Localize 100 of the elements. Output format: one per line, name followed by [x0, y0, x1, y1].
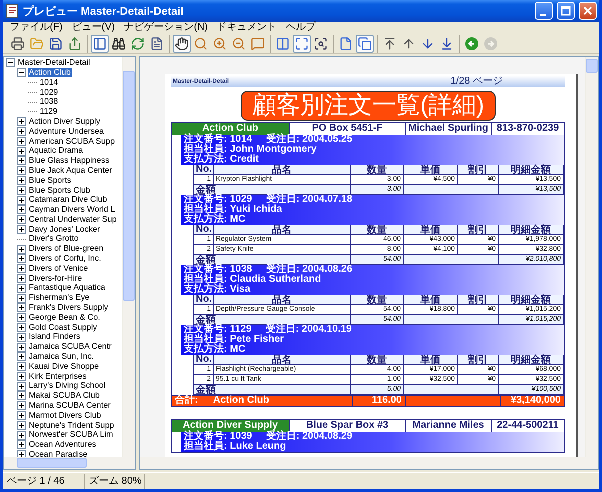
tree-item[interactable]: Frank's Divers Supply [28, 303, 110, 313]
menu-item[interactable]: ビュー(V) [68, 22, 122, 34]
maximize-button[interactable] [557, 2, 575, 20]
toolbar-button[interactable] [91, 34, 109, 52]
tree-item[interactable]: Ocean Paradise [28, 450, 89, 457]
expand-icon[interactable] [17, 196, 26, 205]
tree-item[interactable]: Gold Coast Supply [28, 322, 98, 332]
expand-icon[interactable] [17, 332, 26, 342]
expand-icon[interactable] [17, 284, 26, 293]
tree-item[interactable]: Ocean Adventures [28, 440, 98, 450]
expand-icon[interactable] [17, 342, 26, 352]
expand-icon[interactable] [17, 166, 26, 176]
collapse-icon[interactable] [17, 68, 26, 78]
tree-item[interactable]: Aquatic Drama [28, 146, 84, 156]
expand-icon[interactable] [17, 382, 26, 391]
horizontal-scrollbar[interactable] [140, 457, 598, 469]
tree-item[interactable]: Norwest'er SCUBA Lim [28, 430, 114, 440]
expand-icon[interactable] [17, 126, 26, 136]
table-header-cell: 数量 [351, 225, 404, 235]
tree-item[interactable]: Divers-for-Hire [28, 274, 84, 284]
expand-icon[interactable] [17, 244, 26, 254]
tree-item[interactable]: Davy Jones' Locker [28, 224, 102, 234]
expand-icon[interactable] [17, 401, 26, 410]
menu-item[interactable]: ヘルプ [283, 22, 322, 34]
expand-icon[interactable] [17, 205, 26, 214]
tree-item[interactable]: Fisherman's Eye [28, 293, 91, 303]
expand-icon[interactable] [17, 264, 26, 274]
tree-item[interactable]: Blue Sports Club [28, 186, 92, 195]
collapse-icon[interactable] [6, 58, 15, 68]
expand-icon[interactable] [17, 294, 26, 303]
tree-item[interactable]: Divers of Corfu, Inc. [28, 254, 102, 264]
save-icon [49, 36, 63, 50]
tree-item[interactable]: Kauai Dive Shoppe [28, 362, 100, 372]
expand-icon[interactable] [17, 411, 26, 420]
tree-item[interactable]: American SCUBA Supp [28, 136, 116, 146]
expand-icon[interactable] [17, 136, 26, 146]
expand-icon[interactable] [17, 440, 26, 450]
table-header-cell: 明細金額 [499, 355, 564, 365]
table-header-cell: 品名 [214, 295, 351, 305]
tree-item[interactable]: Action Diver Supply [28, 116, 102, 126]
menu-item[interactable]: ファイル(F) [7, 22, 69, 34]
tree-item[interactable]: 1038 [39, 97, 60, 107]
expand-icon[interactable] [17, 117, 26, 126]
vertical-scrollbar[interactable] [585, 57, 598, 457]
expand-icon[interactable] [17, 420, 26, 430]
expand-icon[interactable] [17, 352, 26, 362]
menu-item[interactable]: ナビゲーション(N) [121, 22, 214, 34]
vertical-scrollbar[interactable] [122, 57, 135, 457]
toolbar-button[interactable] [173, 34, 191, 52]
sidebar-icon [93, 36, 107, 50]
tree-item[interactable]: Diver's Grotto [28, 234, 80, 244]
tree-item[interactable]: 1129 [39, 107, 59, 117]
minimize-icon [540, 14, 546, 16]
minimize-button[interactable] [535, 2, 553, 20]
tree-item[interactable]: Blue Glass Happiness [28, 156, 111, 166]
expand-icon[interactable] [17, 254, 26, 264]
expand-icon[interactable] [17, 391, 26, 400]
tree-item[interactable]: Marmot Divers Club [28, 410, 102, 420]
expand-icon[interactable] [17, 274, 26, 283]
tree-item[interactable]: Larry's Diving School [28, 381, 107, 391]
tree-item[interactable]: 1029 [39, 88, 60, 98]
tree-item[interactable]: Fantastique Aquatica [28, 283, 106, 293]
tree-item[interactable]: Blue Jack Aqua Center [28, 166, 114, 176]
tree-item[interactable]: 1014 [39, 78, 60, 88]
tree-item[interactable]: Jamaica Sun, Inc. [28, 352, 96, 362]
tree-item[interactable]: Central Underwater Sup [28, 214, 118, 224]
expand-icon[interactable] [17, 176, 26, 185]
expand-icon[interactable] [17, 322, 26, 332]
tree-item[interactable]: Jamaica SCUBA Centr [28, 342, 113, 352]
tree-item[interactable]: Cayman Divers World L [28, 205, 116, 215]
tree-item[interactable]: Adventure Undersea [28, 126, 106, 136]
arrow-down-icon [421, 36, 435, 50]
tree-item[interactable]: Marina SCUBA Center [28, 401, 112, 411]
tree-item[interactable]: Master-Detail-Detail [17, 58, 92, 68]
tree-item[interactable]: George Bean & Co. [28, 312, 102, 322]
expand-icon[interactable] [17, 430, 26, 440]
expand-icon[interactable] [17, 146, 26, 156]
expand-icon[interactable] [17, 224, 26, 234]
menu-item[interactable]: ドキュメント [214, 22, 284, 34]
tree-item[interactable]: Neptune's Trident Supp [28, 420, 116, 430]
tree-item[interactable]: Makai SCUBA Club [28, 391, 101, 401]
expand-icon[interactable] [17, 313, 26, 322]
expand-icon[interactable] [17, 156, 26, 166]
tree-item[interactable]: Action Club [28, 68, 72, 78]
tree-item[interactable]: Divers of Blue-green [28, 244, 105, 254]
expand-icon[interactable] [17, 186, 26, 195]
tree-item[interactable]: Blue Sports [28, 176, 72, 186]
horizontal-scrollbar[interactable] [4, 457, 135, 469]
expand-icon[interactable] [17, 362, 26, 372]
expand-icon[interactable] [17, 450, 26, 457]
tree-item[interactable]: Kirk Enterprises [28, 372, 88, 382]
table-header-cell: 割引 [458, 355, 499, 365]
expand-icon[interactable] [17, 303, 26, 312]
expand-icon[interactable] [17, 372, 26, 381]
tree-item[interactable]: Island Finders [28, 332, 82, 342]
tree-item[interactable]: Divers of Venice [28, 264, 90, 274]
close-button[interactable] [579, 2, 597, 20]
tree-item[interactable]: Catamaran Dive Club [28, 195, 108, 205]
toolbar-button[interactable] [9, 34, 27, 52]
expand-icon[interactable] [17, 215, 26, 224]
